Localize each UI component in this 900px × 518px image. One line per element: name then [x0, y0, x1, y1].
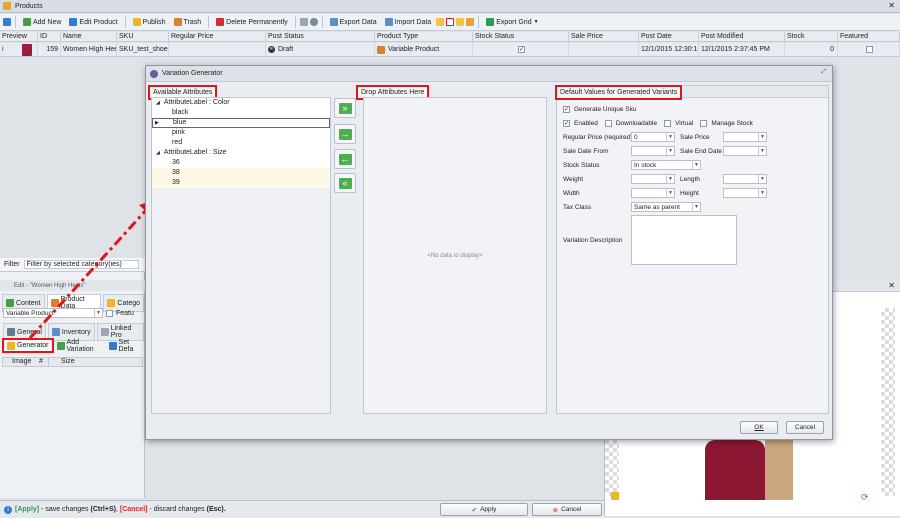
chevron-down-icon: ▼: [666, 189, 674, 197]
defaults-title: Default Values for Generated Variants: [555, 85, 683, 100]
height-input[interactable]: ▼: [723, 188, 767, 198]
tree-item[interactable]: 39: [152, 178, 330, 188]
generate-unique-sku-row: ✓ Generate Unique Sku: [563, 106, 637, 113]
generate-unique-sku-label: Generate Unique Sku: [574, 106, 637, 113]
arrow-right-icon: →: [338, 128, 352, 140]
available-attributes-panel: ◢ AttributeLabel : Color black ▶ blue pi…: [151, 97, 331, 414]
stock-status-label: Stock Status: [563, 162, 600, 169]
enabled-checkbox[interactable]: ✓: [563, 120, 570, 127]
chevron-down-icon: ▼: [692, 161, 700, 169]
regular-price-label: Regular Price (required): [563, 134, 633, 141]
downloadable-checkbox[interactable]: [604, 120, 612, 127]
tree-item[interactable]: pink: [152, 128, 330, 138]
flags-row: ✓ Enabled Downloadable Virtual Manage St…: [563, 120, 753, 127]
cancel-button[interactable]: Cancel: [786, 421, 824, 434]
manage-stock-checkbox[interactable]: [700, 120, 708, 127]
row-focus-icon: ▶: [155, 120, 159, 126]
drop-attributes-panel[interactable]: <No data to display>: [363, 97, 547, 414]
chevron-down-icon: ▼: [666, 147, 674, 155]
tree-group-label: AttributeLabel : Size: [163, 149, 227, 156]
regular-price-input[interactable]: 0 ▼: [631, 132, 675, 142]
move-all-left-button[interactable]: «: [334, 173, 356, 193]
generator-dialog-icon: [150, 69, 158, 78]
tax-class-value: Same as parent: [634, 203, 680, 211]
generate-unique-sku-checkbox[interactable]: ✓: [563, 106, 570, 113]
variation-description-textarea[interactable]: [631, 215, 737, 265]
variation-description-label: Variation Description: [563, 237, 623, 244]
downloadable-label: Downloadable: [615, 120, 658, 127]
virtual-label: Virtual: [675, 120, 694, 127]
sale-price-label: Sale Price: [680, 134, 710, 141]
tree-item-selected[interactable]: ▶ blue: [152, 118, 330, 128]
double-arrow-left-icon: «: [338, 177, 352, 189]
width-input[interactable]: ▼: [631, 188, 675, 198]
chevron-down-icon: ▼: [758, 175, 766, 183]
cancel-label: Cancel: [794, 424, 816, 431]
maximize-icon[interactable]: ⤢: [821, 69, 826, 76]
chevron-down-icon: ▼: [758, 189, 766, 197]
annotation-arrow-line: [28, 206, 150, 340]
weight-input[interactable]: ▼: [631, 174, 675, 184]
chevron-down-icon: ▼: [666, 133, 674, 141]
tax-class-label: Tax Class: [563, 204, 592, 211]
tree-item[interactable]: red: [152, 138, 330, 148]
dialog-title: Variation Generator: [162, 70, 223, 77]
double-arrow-right-icon: »: [338, 102, 352, 114]
chevron-down-icon: ▼: [758, 133, 766, 141]
tax-class-select[interactable]: Same as parent ▼: [631, 202, 701, 212]
sale-date-from-label: Sale Date From: [563, 148, 609, 155]
tree-item-label: blue: [173, 119, 187, 126]
tree-item[interactable]: 38: [152, 168, 330, 178]
defaults-panel: Default Values for Generated Variants ✓ …: [555, 85, 829, 414]
manage-stock-label: Manage Stock: [711, 120, 753, 127]
chevron-down-icon: ▼: [758, 147, 766, 155]
weight-label: Weight: [563, 176, 584, 183]
tree-item[interactable]: 36: [152, 158, 330, 168]
move-left-button[interactable]: ←: [334, 149, 356, 169]
no-data-message: <No data to display>: [427, 252, 483, 259]
sale-end-date-input[interactable]: ▼: [723, 146, 767, 156]
move-right-button[interactable]: →: [334, 124, 356, 144]
tree-group-color[interactable]: ◢ AttributeLabel : Color: [152, 98, 330, 108]
move-all-right-button[interactable]: »: [334, 98, 356, 118]
length-input[interactable]: ▼: [723, 174, 767, 184]
height-label: Height: [680, 190, 699, 197]
width-label: Width: [563, 190, 580, 197]
tree-group-size[interactable]: ◢ AttributeLabel : Size: [152, 148, 330, 158]
enabled-label: Enabled: [574, 120, 598, 127]
variation-generator-dialog: Variation Generator ⤢ Available Attribut…: [145, 65, 833, 440]
collapse-icon[interactable]: ◢: [156, 98, 160, 108]
ok-label: OK: [754, 424, 764, 431]
virtual-checkbox[interactable]: [664, 120, 672, 127]
regular-price-value: 0: [634, 133, 638, 141]
tree-group-label: AttributeLabel : Color: [163, 99, 230, 106]
sale-price-input[interactable]: ▼: [723, 132, 767, 142]
sale-end-date-label: Sale End Date: [680, 148, 722, 155]
chevron-down-icon: ▼: [692, 203, 700, 211]
tree-item[interactable]: black: [152, 108, 330, 118]
collapse-icon[interactable]: ◢: [156, 148, 160, 158]
stock-status-select[interactable]: In stock ▼: [631, 160, 701, 170]
ok-button[interactable]: OK: [740, 421, 778, 434]
arrow-left-icon: ←: [338, 153, 352, 165]
sale-date-from-input[interactable]: ▼: [631, 146, 675, 156]
stock-status-value: In stock: [634, 161, 657, 169]
length-label: Length: [680, 176, 700, 183]
chevron-down-icon: ▼: [666, 175, 674, 183]
dialog-titlebar: Variation Generator ⤢: [146, 66, 832, 82]
